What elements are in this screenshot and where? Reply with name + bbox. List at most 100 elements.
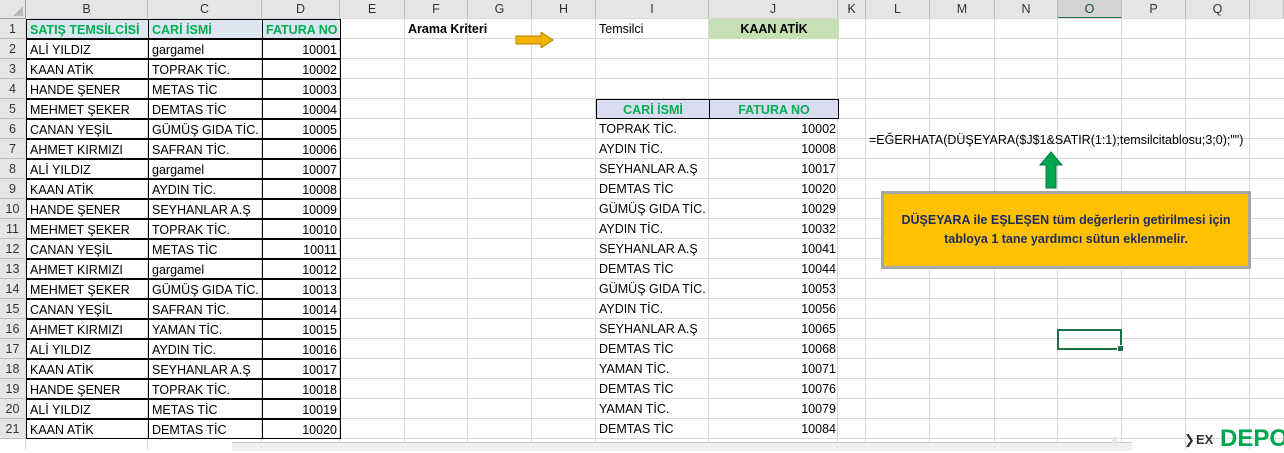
table1-cell[interactable]: CANAN YEŞİL bbox=[26, 119, 149, 139]
table1-cell[interactable]: MEHMET ŞEKER bbox=[26, 279, 149, 299]
row-header-10[interactable]: 10 bbox=[0, 199, 26, 219]
results-cell[interactable]: 10029 bbox=[709, 199, 839, 219]
results-cell[interactable]: DEMTAS TİC bbox=[596, 419, 710, 439]
table1-cell[interactable]: KAAN ATİK bbox=[26, 359, 149, 379]
table1-cell[interactable]: TOPRAK TİC. bbox=[148, 219, 263, 239]
table1-cell[interactable]: KAAN ATİK bbox=[26, 419, 149, 439]
table1-cell[interactable]: AHMET KIRMIZI bbox=[26, 319, 149, 339]
row-header-16[interactable]: 16 bbox=[0, 319, 26, 339]
column-header-n[interactable]: N bbox=[995, 0, 1058, 19]
column-header-f[interactable]: F bbox=[405, 0, 468, 19]
row-header-8[interactable]: 8 bbox=[0, 159, 26, 179]
table1-cell[interactable]: 10016 bbox=[262, 339, 341, 359]
table1-cell[interactable]: ALİ YILDIZ bbox=[26, 339, 149, 359]
results-cell[interactable]: 10044 bbox=[709, 259, 839, 279]
table1-cell[interactable]: HANDE ŞENER bbox=[26, 79, 149, 99]
table1-cell[interactable]: MEHMET ŞEKER bbox=[26, 219, 149, 239]
table1-cell[interactable]: 10015 bbox=[262, 319, 341, 339]
table1-cell[interactable]: 10005 bbox=[262, 119, 341, 139]
column-header-partial[interactable] bbox=[1250, 0, 1284, 19]
table1-cell[interactable]: 10007 bbox=[262, 159, 341, 179]
row-header-3[interactable]: 3 bbox=[0, 59, 26, 79]
column-header-k[interactable]: K bbox=[838, 0, 866, 19]
results-cell[interactable]: YAMAN TİC. bbox=[596, 359, 710, 379]
table1-cell[interactable]: 10010 bbox=[262, 219, 341, 239]
column-header-e[interactable]: E bbox=[340, 0, 405, 19]
row-header-11[interactable]: 11 bbox=[0, 219, 26, 239]
row-header-2[interactable]: 2 bbox=[0, 39, 26, 59]
row-header-15[interactable]: 15 bbox=[0, 299, 26, 319]
results-cell[interactable]: 10084 bbox=[709, 419, 839, 439]
results-cell[interactable]: 10017 bbox=[709, 159, 839, 179]
table1-cell[interactable]: MEHMET ŞEKER bbox=[26, 99, 149, 119]
column-header-d[interactable]: D bbox=[262, 0, 340, 19]
table1-cell[interactable]: METAS TİC bbox=[148, 239, 263, 259]
results-cell[interactable]: DEMTAS TİC bbox=[596, 379, 710, 399]
table1-cell[interactable]: ALİ YILDIZ bbox=[26, 39, 149, 59]
column-header-l[interactable]: L bbox=[866, 0, 930, 19]
column-header-m[interactable]: M bbox=[930, 0, 995, 19]
table1-cell[interactable]: 10017 bbox=[262, 359, 341, 379]
table1-cell[interactable]: gargamel bbox=[148, 259, 263, 279]
results-cell[interactable]: AYDIN TİC. bbox=[596, 139, 710, 159]
results-header-cell[interactable]: FATURA NO bbox=[709, 99, 839, 119]
table1-cell[interactable]: KAAN ATİK bbox=[26, 179, 149, 199]
table1-cell[interactable]: ALİ YILDIZ bbox=[26, 399, 149, 419]
results-cell[interactable]: 10041 bbox=[709, 239, 839, 259]
row-header-12[interactable]: 12 bbox=[0, 239, 26, 259]
results-cell[interactable]: SEYHANLAR A.Ş bbox=[596, 159, 710, 179]
row-header-14[interactable]: 14 bbox=[0, 279, 26, 299]
table1-cell[interactable]: YAMAN TİC. bbox=[148, 319, 263, 339]
results-cell[interactable]: 10068 bbox=[709, 339, 839, 359]
column-header-j[interactable]: J bbox=[709, 0, 838, 19]
criteria-label[interactable]: Arama Kriteri bbox=[405, 19, 533, 39]
table1-cell[interactable]: CANAN YEŞİL bbox=[26, 239, 149, 259]
row-header-19[interactable]: 19 bbox=[0, 379, 26, 399]
active-cell[interactable] bbox=[1057, 329, 1124, 352]
table1-cell[interactable]: HANDE ŞENER bbox=[26, 199, 149, 219]
table1-cell[interactable]: AHMET KIRMIZI bbox=[26, 139, 149, 159]
table1-cell[interactable]: SAFRAN TİC. bbox=[148, 299, 263, 319]
table1-cell[interactable]: SEYHANLAR A.Ş bbox=[148, 199, 263, 219]
table1-header-cell[interactable]: FATURA NO bbox=[262, 19, 341, 39]
table1-cell[interactable]: 10018 bbox=[262, 379, 341, 399]
table1-cell[interactable]: METAS TİC bbox=[148, 79, 263, 99]
row-header-1[interactable]: 1 bbox=[0, 19, 26, 39]
row-header-9[interactable]: 9 bbox=[0, 179, 26, 199]
results-cell[interactable]: AYDIN TİC. bbox=[596, 299, 710, 319]
row-header-18[interactable]: 18 bbox=[0, 359, 26, 379]
results-cell[interactable]: 10076 bbox=[709, 379, 839, 399]
results-cell[interactable]: SEYHANLAR A.Ş bbox=[596, 239, 710, 259]
table1-header-cell[interactable]: SATIŞ TEMSİLCİSİ bbox=[26, 19, 149, 39]
table1-cell[interactable]: 10012 bbox=[262, 259, 341, 279]
table1-cell[interactable]: 10008 bbox=[262, 179, 341, 199]
column-header-h[interactable]: H bbox=[532, 0, 596, 19]
table1-cell[interactable]: 10003 bbox=[262, 79, 341, 99]
table1-cell[interactable]: AHMET KIRMIZI bbox=[26, 259, 149, 279]
table1-header-cell[interactable]: CARİ İSMİ bbox=[148, 19, 263, 39]
table1-cell[interactable]: TOPRAK TİC. bbox=[148, 379, 263, 399]
select-all-corner[interactable] bbox=[0, 0, 26, 19]
results-cell[interactable]: DEMTAS TİC bbox=[596, 339, 710, 359]
column-header-o[interactable]: O bbox=[1058, 0, 1122, 19]
results-cell[interactable]: DEMTAS TİC bbox=[596, 179, 710, 199]
table1-cell[interactable]: 10020 bbox=[262, 419, 341, 439]
table1-cell[interactable]: DEMTAS TİC bbox=[148, 419, 263, 439]
table1-cell[interactable]: 10001 bbox=[262, 39, 341, 59]
column-header-c[interactable]: C bbox=[148, 0, 262, 19]
table1-cell[interactable]: SEYHANLAR A.Ş bbox=[148, 359, 263, 379]
results-cell[interactable]: 10053 bbox=[709, 279, 839, 299]
results-cell[interactable]: TOPRAK TİC. bbox=[596, 119, 710, 139]
table1-cell[interactable]: SAFRAN TİC. bbox=[148, 139, 263, 159]
table1-cell[interactable]: GÜMÜŞ GIDA TİC. bbox=[148, 119, 263, 139]
results-cell[interactable]: 10020 bbox=[709, 179, 839, 199]
table1-cell[interactable]: ALİ YILDIZ bbox=[26, 159, 149, 179]
results-cell[interactable]: 10065 bbox=[709, 319, 839, 339]
table1-cell[interactable]: HANDE ŞENER bbox=[26, 379, 149, 399]
results-cell[interactable]: DEMTAS TİC bbox=[596, 259, 710, 279]
table1-cell[interactable]: CANAN YEŞİL bbox=[26, 299, 149, 319]
table1-cell[interactable]: 10004 bbox=[262, 99, 341, 119]
row-header-21[interactable]: 21 bbox=[0, 419, 26, 439]
results-cell[interactable]: GÜMÜŞ GIDA TİC. bbox=[596, 279, 710, 299]
criteria-field-label[interactable]: Temsilci bbox=[596, 19, 710, 39]
